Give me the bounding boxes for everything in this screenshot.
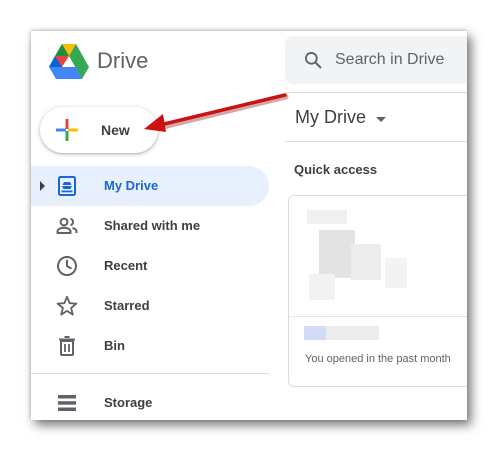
sidebar-item-label: My Drive [104, 178, 159, 193]
chevron-down-icon[interactable] [376, 117, 386, 122]
star-icon [56, 295, 78, 316]
sidebar-item-storage[interactable]: Storage [31, 383, 269, 420]
search-input[interactable] [335, 47, 467, 73]
drive-window: Drive New My Drive [31, 31, 467, 420]
shared-people-icon [56, 217, 78, 234]
quick-access-heading: Quick access [294, 162, 378, 177]
sidebar-divider [31, 373, 269, 374]
page-title[interactable]: My Drive [295, 107, 366, 128]
card-subtitle: You opened in the past month [305, 353, 451, 365]
sidebar-item-bin[interactable]: Bin [31, 326, 269, 366]
my-drive-icon [58, 176, 76, 196]
quick-access-card[interactable]: You opened in the past month [288, 195, 467, 387]
search-icon[interactable] [303, 50, 323, 70]
sidebar-item-starred[interactable]: Starred [31, 286, 269, 326]
file-preview-thumbnail [289, 196, 467, 316]
sidebar-item-label: Storage [104, 395, 153, 410]
sidebar-item-label: Bin [104, 338, 125, 353]
sidebar-item-recent[interactable]: Recent [31, 246, 269, 286]
expand-caret-icon[interactable] [40, 181, 45, 191]
sidebar-item-shared-with-me[interactable]: Shared with me [31, 206, 269, 246]
new-button[interactable]: New [40, 107, 158, 153]
storage-icon [58, 395, 76, 411]
main-divider [285, 141, 467, 142]
trash-icon [59, 336, 75, 356]
clock-icon [57, 256, 77, 276]
header-divider [285, 92, 467, 93]
sidebar-item-my-drive[interactable]: My Drive [31, 166, 269, 206]
new-button-label: New [101, 122, 130, 138]
drive-logo-icon[interactable] [49, 43, 89, 79]
app-title: Drive [97, 48, 149, 73]
sidebar-item-label: Starred [104, 298, 150, 313]
search-bar[interactable] [285, 36, 467, 84]
plus-icon [56, 119, 78, 141]
sidebar-item-label: Shared with me [104, 218, 201, 233]
card-divider [289, 316, 467, 317]
sidebar-item-label: Recent [104, 258, 148, 273]
file-name-placeholder [304, 326, 379, 340]
